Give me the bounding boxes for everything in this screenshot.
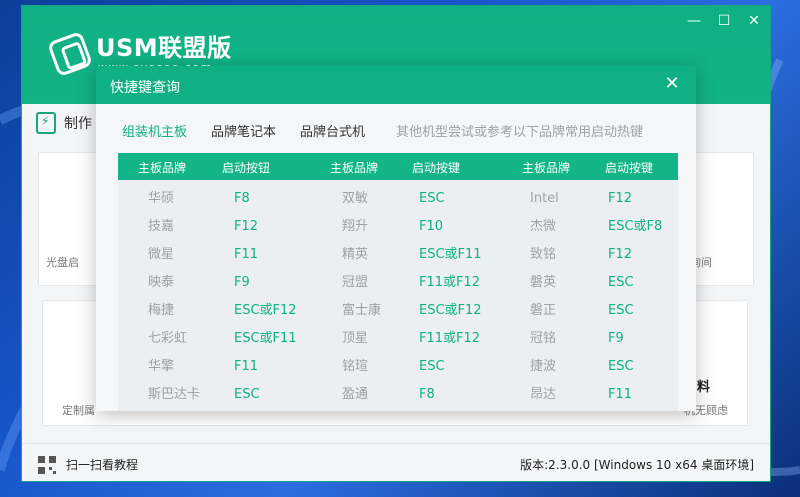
- hotkey-cell: F11: [234, 359, 259, 374]
- brand-cell: 微星: [148, 247, 175, 262]
- hotkey-cell: F12: [234, 219, 259, 234]
- brand-cell: 映泰: [148, 275, 175, 290]
- usm-logo-icon: [46, 30, 94, 78]
- brand-cell: 磐英: [530, 275, 557, 290]
- column-header: 启动按键: [605, 161, 654, 175]
- hotkey-cell: F12: [608, 247, 633, 262]
- hotkey-cell: ESC或F12: [234, 303, 297, 318]
- brand-cell: 铭瑄: [342, 359, 369, 374]
- brand-cell: 富士康: [342, 303, 382, 318]
- hotkey-cell: ESC: [419, 191, 445, 206]
- brand-cell: 翔升: [342, 219, 369, 234]
- app-footer: 扫一扫看教程 版本:2.3.0.0 [Windows 10 x64 桌面环境]: [22, 443, 770, 481]
- table-row: 华擎 F11 铭瑄 ESC 捷波 ESC: [118, 353, 678, 381]
- table-header: 主板品牌 启动按钮 主板品牌 启动按键 主板品牌 启动按键: [118, 153, 678, 180]
- usb-icon: [36, 112, 56, 134]
- hotkey-cell: F12: [608, 191, 633, 206]
- table-row: 映泰 F9 冠盟 F11或F12 磐英 ESC: [118, 269, 678, 297]
- brand-cell: 梅捷: [148, 303, 175, 318]
- hotkey-cell: ESC或F8: [608, 219, 663, 234]
- column-header: 主板品牌: [330, 161, 379, 175]
- mode-label: 制作: [64, 116, 92, 132]
- hotkey-cell: F11或F12: [419, 331, 481, 346]
- version-text: 版本:2.3.0.0 [Windows 10 x64 桌面环境]: [520, 458, 754, 472]
- dialog-close-icon[interactable]: ✕: [662, 74, 682, 94]
- brand-cell: 昂达: [530, 387, 557, 402]
- dialog-tabs: 组装机主板 品牌笔记本 品牌台式机 其他机型尝试或参考以下品牌常用启动热键: [122, 121, 643, 141]
- dialog-header: 快捷键查询 ✕: [96, 66, 696, 104]
- brand-cell: 华擎: [148, 359, 175, 374]
- hotkey-cell: F11: [608, 387, 633, 402]
- hotkey-cell: ESC或F11: [234, 331, 297, 346]
- table-row: 微星 F11 精英 ESC或F11 致铭 F12: [118, 241, 678, 269]
- hotkey-cell: F9: [608, 331, 624, 346]
- dialog-hint: 其他机型尝试或参考以下品牌常用启动热键: [396, 125, 644, 140]
- hotkey-table: 主板品牌 启动按钮 主板品牌 启动按键 主板品牌 启动按键 华硕 F8 双敏 ESC I…: [118, 153, 678, 411]
- hotkey-cell: F11: [234, 247, 259, 262]
- background-card-title-right-bottom: 料: [697, 380, 711, 395]
- tab-brand-desktop[interactable]: 品牌台式机: [300, 121, 365, 141]
- brand-cell: 七彩虹: [148, 331, 188, 346]
- mode-tab[interactable]: 制作: [36, 112, 92, 134]
- minimize-button[interactable]: —: [684, 12, 704, 30]
- table-row: 技嘉 F12 翔升 F10 杰微 ESC或F8: [118, 213, 678, 241]
- brand-cell: 技嘉: [148, 219, 175, 234]
- column-header: 主板品牌: [522, 161, 571, 175]
- brand-cell: 斯巴达卡: [148, 387, 201, 402]
- brand-cell: 冠铭: [530, 331, 557, 346]
- hotkey-cell: ESC: [234, 387, 260, 402]
- maximize-button[interactable]: ☐: [714, 12, 734, 30]
- brand-cell: 顶星: [342, 331, 369, 346]
- hotkey-cell: ESC: [608, 303, 634, 318]
- hotkey-cell: ESC或F12: [419, 303, 482, 318]
- column-header: 启动按键: [412, 161, 461, 175]
- hotkey-cell: F8: [234, 191, 250, 206]
- hotkey-dialog: 快捷键查询 ✕ 组装机主板 品牌笔记本 品牌台式机 其他机型尝试或参考以下品牌常…: [96, 66, 696, 411]
- hotkey-cell: ESC: [608, 359, 634, 374]
- hotkey-cell: F10: [419, 219, 444, 234]
- table-row: 梅捷 ESC或F12 富士康 ESC或F12 磐正 ESC: [118, 297, 678, 325]
- tab-assembled-motherboard[interactable]: 组装机主板: [122, 121, 187, 141]
- background-card-text-left-bottom: 定制属: [62, 404, 95, 417]
- hotkey-cell: F11或F12: [419, 275, 481, 290]
- hotkey-cell: ESC: [419, 359, 445, 374]
- table-row: 华硕 F8 双敏 ESC Intel F12: [118, 185, 678, 213]
- brand-cell: 冠盟: [342, 275, 369, 290]
- brand-cell: 华硕: [148, 191, 175, 206]
- logo-text: USM联盟版: [96, 34, 232, 62]
- brand-cell: 磐正: [530, 303, 557, 318]
- tab-brand-laptop[interactable]: 品牌笔记本: [211, 121, 276, 141]
- scan-tutorial-link[interactable]: 扫一扫看教程: [66, 456, 138, 473]
- qr-code-icon[interactable]: [38, 456, 56, 474]
- dialog-title: 快捷键查询: [110, 80, 180, 96]
- hotkey-cell: F9: [234, 275, 250, 290]
- brand-cell: 致铭: [530, 247, 557, 262]
- brand-cell: 捷波: [530, 359, 557, 374]
- brand-cell: Intel: [530, 191, 559, 206]
- brand-cell: 双敏: [342, 191, 369, 206]
- table-row: 七彩虹 ESC或F11 顶星 F11或F12 冠铭 F9: [118, 325, 678, 353]
- window-controls: — ☐ ✕: [684, 12, 764, 30]
- brand-cell: 杰微: [530, 219, 557, 234]
- table-row: 斯巴达卡 ESC 盈通 F8 昂达 F11: [118, 381, 678, 409]
- brand-cell: 盈通: [342, 387, 369, 402]
- column-header: 启动按钮: [222, 161, 271, 175]
- background-card-text-left: 光盘启: [46, 256, 79, 269]
- hotkey-cell: ESC或F11: [419, 247, 482, 262]
- hotkey-cell: ESC: [608, 275, 634, 290]
- brand-cell: 精英: [342, 247, 369, 262]
- hotkey-cell: F8: [419, 387, 435, 402]
- column-header: 主板品牌: [138, 161, 187, 175]
- close-button[interactable]: ✕: [744, 12, 764, 30]
